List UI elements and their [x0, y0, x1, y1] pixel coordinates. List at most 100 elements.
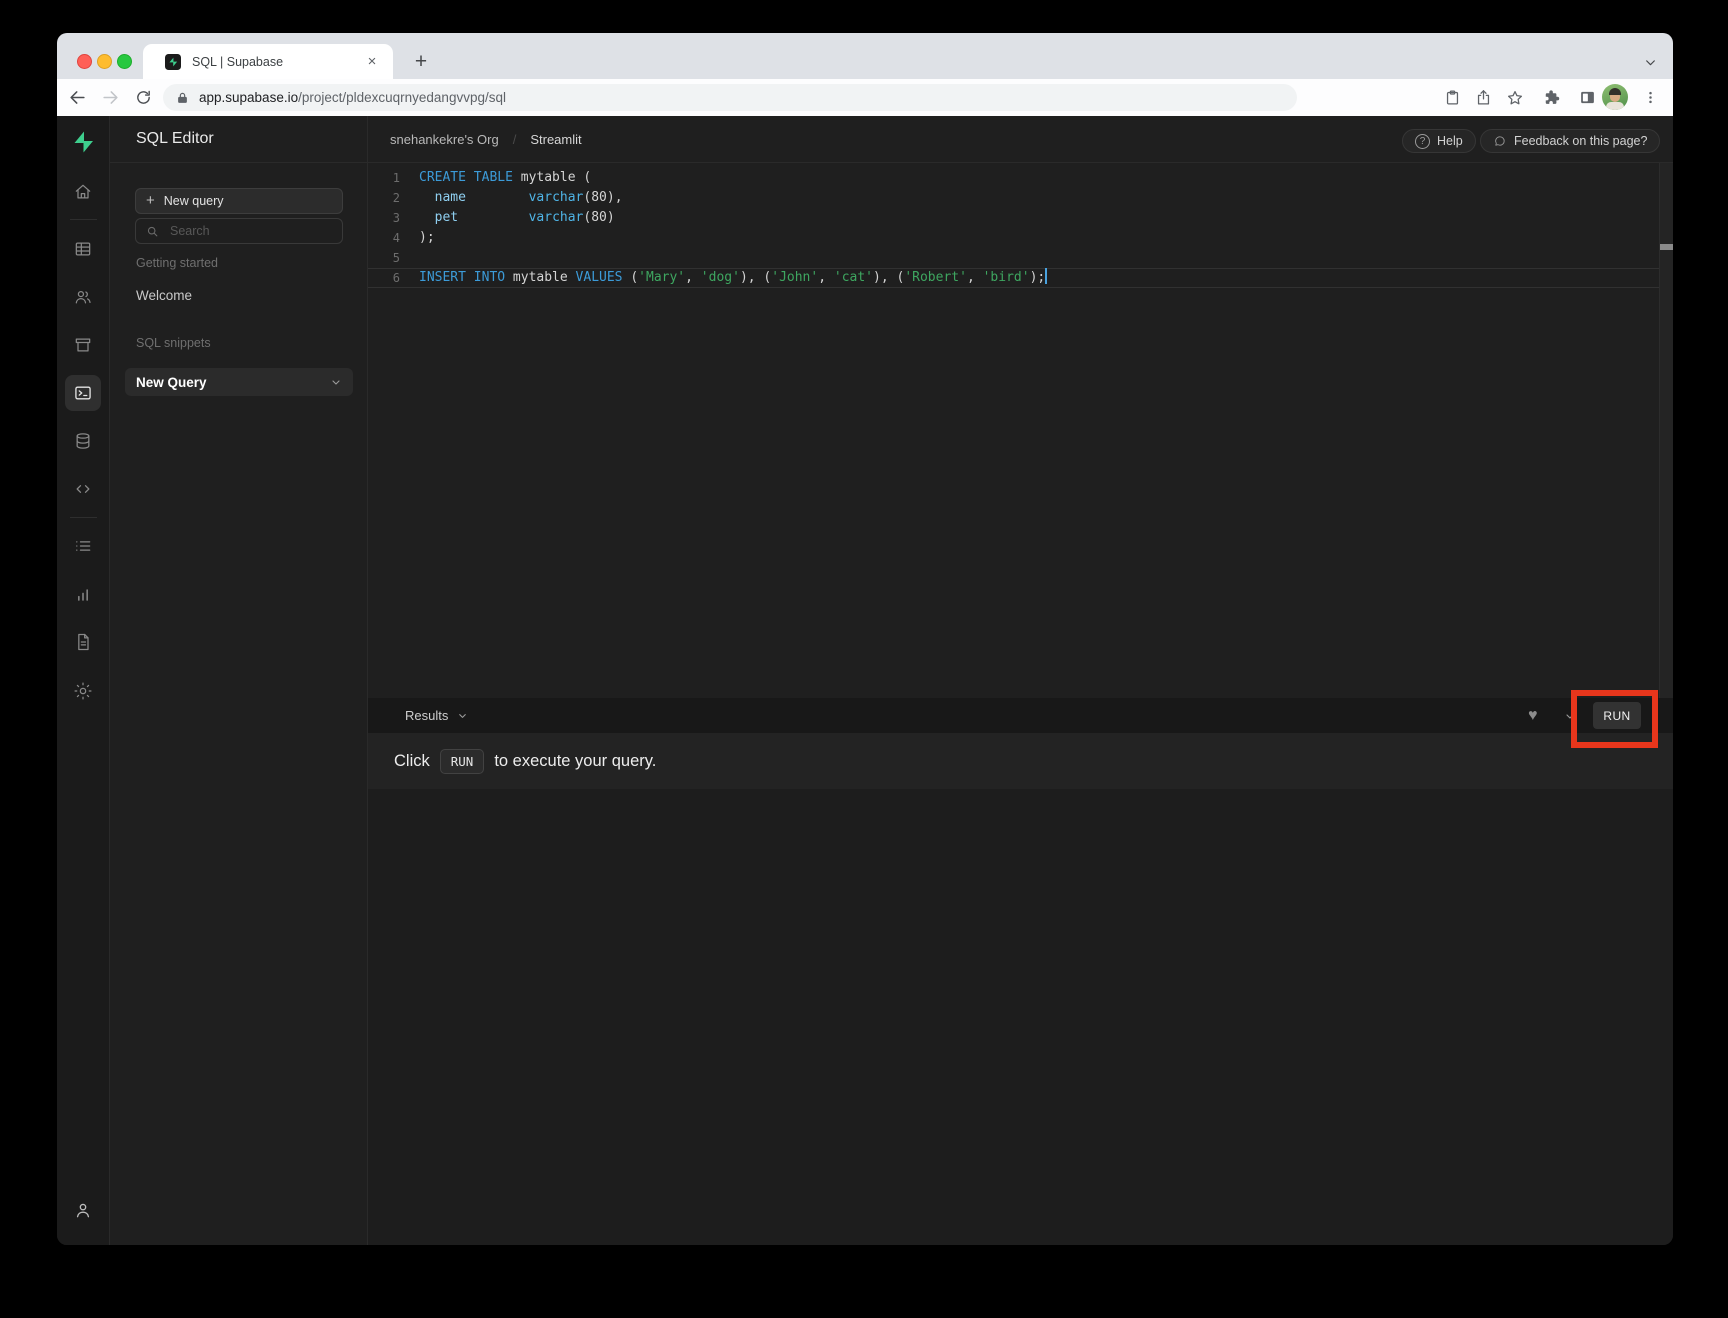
browser-menu-dots-icon[interactable] — [1636, 83, 1665, 112]
auth-users-icon[interactable] — [65, 279, 101, 315]
code-line[interactable]: 4); — [368, 228, 1673, 248]
logs-list-icon[interactable] — [65, 528, 101, 564]
supabase-app: SQL Editor + New query Getting started W… — [57, 116, 1673, 1245]
chat-bubble-icon — [1493, 134, 1507, 148]
storage-icon[interactable] — [65, 327, 101, 363]
breadcrumb-project[interactable]: Streamlit — [530, 132, 581, 147]
settings-gear-icon[interactable] — [65, 673, 101, 709]
code-text: ); — [419, 228, 435, 248]
sql-editor-icon[interactable] — [65, 375, 101, 411]
new-query-button[interactable]: + New query — [135, 188, 343, 214]
avatar-hair — [1609, 88, 1621, 95]
sidebar-item-welcome[interactable]: Welcome — [136, 288, 192, 303]
clipboard-icon[interactable] — [1438, 83, 1467, 112]
share-icon[interactable] — [1469, 83, 1498, 112]
browser-tab[interactable]: SQL | Supabase × — [143, 44, 393, 79]
chevron-down-icon[interactable] — [457, 710, 468, 721]
code-line[interactable]: 2 name varchar(80), — [368, 188, 1673, 208]
line-number: 5 — [368, 248, 400, 268]
account-person-icon[interactable] — [65, 1192, 101, 1228]
breadcrumb-org[interactable]: snehankekre's Org — [390, 132, 499, 147]
extensions-puzzle-icon[interactable] — [1538, 83, 1567, 112]
main-panel: snehankekre's Org / Streamlit ? Help Fee… — [368, 116, 1673, 1245]
back-icon[interactable] — [63, 83, 92, 112]
help-icon: ? — [1415, 134, 1430, 149]
annotation-highlight-box — [1571, 690, 1658, 748]
forward-icon[interactable] — [96, 83, 125, 112]
url-host: app.supabase.io — [199, 90, 298, 105]
sql-snippets-label: SQL snippets — [136, 336, 211, 350]
minimize-button[interactable] — [97, 54, 112, 69]
url-path: /project/pldexcuqrnyedangvvpg/sql — [298, 90, 506, 105]
code-line[interactable]: 5 — [368, 248, 1673, 268]
close-button[interactable] — [77, 54, 92, 69]
scrollbar-thumb[interactable] — [1660, 244, 1673, 250]
code-text: pet varchar(80) — [419, 208, 615, 228]
results-toolbar: Results ♥ RUN — [368, 698, 1673, 733]
tab-title: SQL | Supabase — [192, 55, 363, 69]
plus-icon: + — [146, 192, 155, 209]
database-icon[interactable] — [65, 423, 101, 459]
rail-divider — [70, 219, 97, 220]
feedback-button[interactable]: Feedback on this page? — [1480, 129, 1660, 153]
snippet-label: New Query — [136, 375, 207, 390]
line-number: 4 — [368, 228, 400, 248]
favorite-heart-icon[interactable]: ♥ — [1528, 698, 1538, 733]
table-editor-icon[interactable] — [65, 231, 101, 267]
docs-icon[interactable] — [65, 624, 101, 660]
sidebar-item-new-query[interactable]: New Query — [125, 368, 353, 396]
run-kbd: RUN — [440, 749, 485, 774]
code-text: CREATE TABLE mytable ( — [419, 168, 591, 188]
code-line[interactable]: 3 pet varchar(80) — [368, 208, 1673, 228]
line-number: 3 — [368, 208, 400, 228]
supabase-logo-icon[interactable] — [65, 124, 101, 160]
rail-divider — [70, 517, 97, 518]
nav-rail — [57, 116, 110, 1245]
new-tab-button[interactable]: + — [407, 48, 435, 76]
search-box[interactable] — [135, 218, 343, 244]
home-icon[interactable] — [65, 174, 101, 210]
profile-avatar[interactable] — [1602, 84, 1628, 110]
address-bar[interactable]: app.supabase.io/project/pldexcuqrnyedang… — [163, 84, 1297, 111]
tab-close-icon[interactable]: × — [363, 53, 381, 71]
avatar-body — [1606, 102, 1624, 110]
results-empty-area — [368, 789, 1673, 1245]
feedback-label: Feedback on this page? — [1514, 134, 1647, 148]
new-query-label: New query — [164, 194, 224, 208]
line-number: 1 — [368, 168, 400, 188]
code-text: INSERT INTO mytable VALUES ('Mary', 'dog… — [419, 268, 1047, 288]
api-code-icon[interactable] — [65, 471, 101, 507]
line-number: 2 — [368, 188, 400, 208]
code-line[interactable]: 6 INSERT INTO mytable VALUES ('Mary', 'do… — [368, 268, 1673, 288]
help-button[interactable]: ? Help — [1402, 129, 1476, 153]
reload-icon[interactable] — [129, 83, 158, 112]
sql-editor-sidebar: SQL Editor + New query Getting started W… — [110, 116, 368, 1245]
code-text: name varchar(80), — [419, 188, 623, 208]
url-text: app.supabase.io/project/pldexcuqrnyedang… — [199, 90, 506, 105]
browser-toolbar: app.supabase.io/project/pldexcuqrnyedang… — [57, 79, 1673, 116]
results-tab[interactable]: Results — [405, 698, 468, 733]
breadcrumb-separator: / — [513, 132, 517, 147]
supabase-favicon-icon — [165, 54, 181, 70]
sidebar-header: SQL Editor — [110, 116, 367, 163]
reports-chart-icon[interactable] — [65, 577, 101, 613]
hint-suffix: to execute your query. — [494, 752, 656, 771]
lock-icon — [176, 91, 189, 105]
line-number: 6 — [368, 268, 400, 288]
search-icon — [146, 225, 159, 238]
editor-scrollbar[interactable] — [1659, 163, 1673, 698]
bookmark-star-icon[interactable] — [1500, 83, 1529, 112]
code-line[interactable]: 1 CREATE TABLE mytable ( — [368, 168, 1673, 188]
browser-tabstrip: SQL | Supabase × + — [57, 33, 1673, 79]
text-cursor — [1045, 268, 1047, 284]
zoom-button[interactable] — [117, 54, 132, 69]
page-title: SQL Editor — [136, 130, 214, 148]
tab-search-chevron-icon[interactable] — [1637, 49, 1663, 75]
sql-code-editor[interactable]: 1CREATE TABLE mytable (2 name varchar(80… — [368, 163, 1673, 698]
hint-prefix: Click — [394, 752, 430, 771]
search-input[interactable] — [168, 223, 322, 239]
side-panel-icon[interactable] — [1573, 83, 1602, 112]
breadcrumb: snehankekre's Org / Streamlit — [390, 116, 582, 163]
chevron-down-icon[interactable] — [330, 376, 342, 388]
results-label: Results — [405, 708, 448, 723]
